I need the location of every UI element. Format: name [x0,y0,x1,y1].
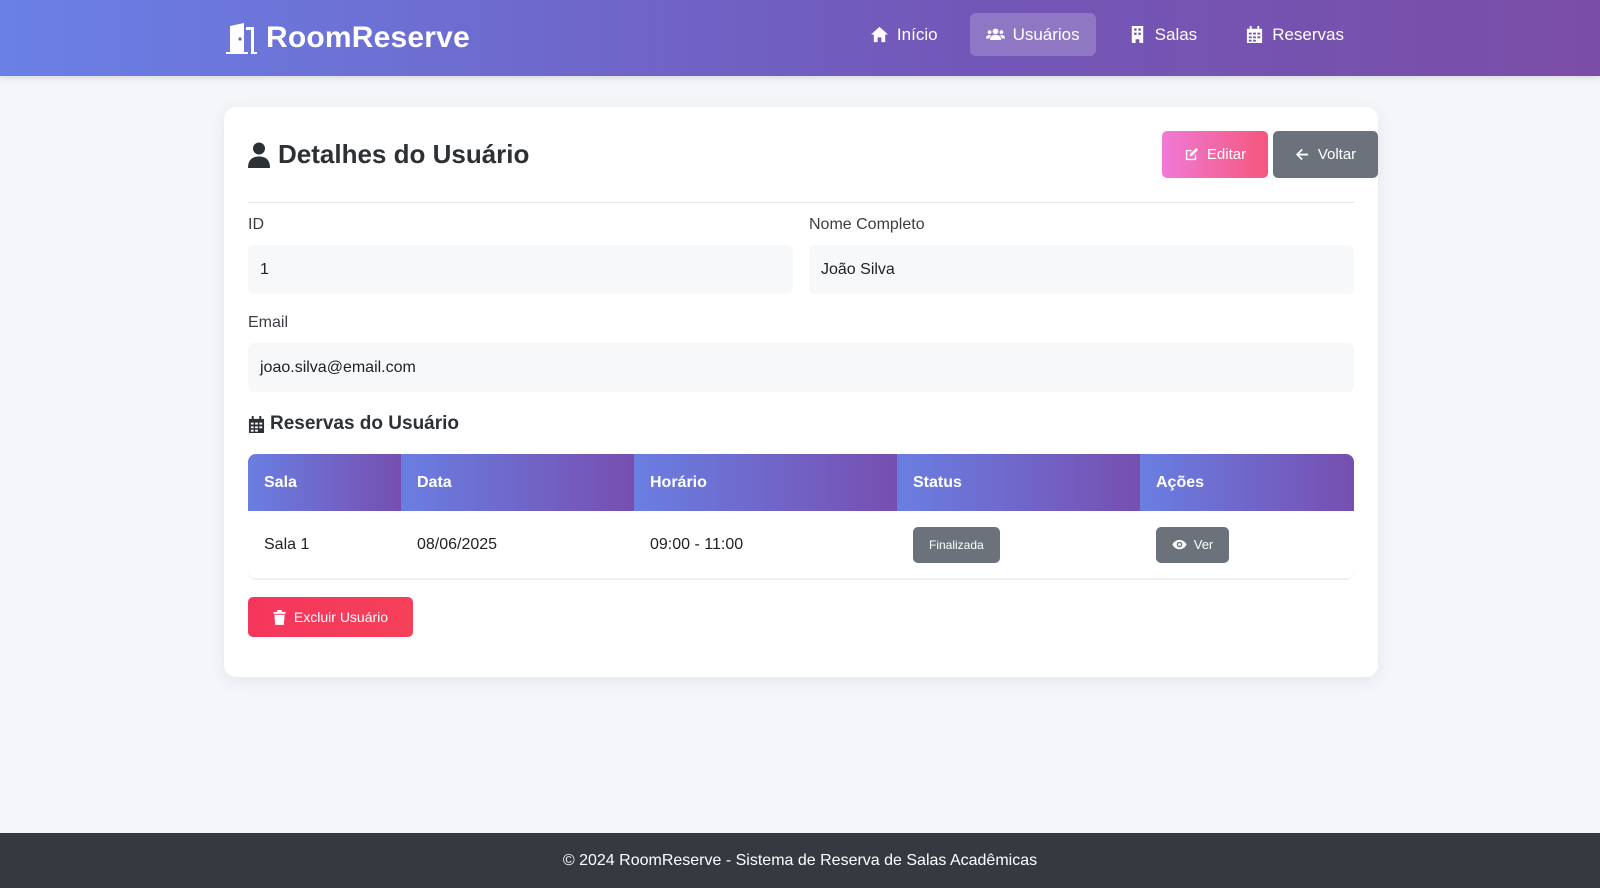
column-header-status: Status [897,454,1140,511]
card-header: Detalhes do Usuário Editar Voltar [248,131,1378,203]
table-header: Sala Data Horário Status Ações [248,454,1354,511]
cell-room: Sala 1 [264,535,310,553]
edit-icon [1185,147,1198,161]
users-icon [985,28,1005,41]
eye-icon [1172,539,1187,550]
email-field: joao.silva@email.com [248,343,1354,392]
status-badge: Finalizada [913,526,1000,563]
back-button[interactable]: Voltar [1273,131,1378,178]
reservations-table: Sala Data Horário Status Ações Sala 1 08… [248,454,1354,579]
column-header-sala: Sala [248,454,401,511]
cell-actions: Ver [1140,511,1354,578]
email-label: Email [248,314,289,331]
arrow-left-icon [1295,148,1308,161]
name-field: João Silva [809,245,1354,294]
view-button[interactable]: Ver [1156,526,1229,563]
id-field: 1 [248,245,793,294]
column-header-acoes: Ações [1140,454,1354,511]
top-navbar: RoomReserve Início Usuários Salas Reserv… [0,0,1600,76]
page-title: Detalhes do Usuário [248,139,529,170]
brand-logo[interactable]: RoomReserve [224,18,470,58]
nav-item-salas[interactable]: Salas [1112,13,1214,56]
nav-item-usuarios[interactable]: Usuários [969,13,1096,56]
user-details-card: Detalhes do Usuário Editar Voltar ID 1 N… [224,107,1378,677]
door-icon [226,23,257,54]
nav-item-label: Usuários [1012,24,1080,44]
reservations-title: Reservas do Usuário [248,413,459,435]
delete-user-label: Excluir Usuário [293,609,389,625]
calendar-icon [248,415,265,433]
id-label: ID [248,216,264,233]
nav-item-label: Salas [1154,24,1198,44]
calendar-icon [1247,25,1263,44]
nav-item-inicio[interactable]: Início [854,13,954,56]
page-title-text: Detalhes do Usuário [278,139,530,169]
footer: © 2024 RoomReserve - Sistema de Reserva … [0,833,1600,888]
footer-text: © 2024 RoomReserve - Sistema de Reserva … [562,851,1038,869]
edit-button-label: Editar [1206,146,1247,163]
home-icon [870,26,888,43]
cell-status: Finalizada [897,511,1140,578]
view-button-label: Ver [1193,537,1214,552]
nav-item-label: Reservas [1272,24,1344,44]
column-header-horario: Horário [634,454,897,511]
cell-time: 09:00 - 11:00 [650,535,744,553]
column-header-data: Data [401,454,634,511]
nav-item-reservas[interactable]: Reservas [1229,13,1360,56]
nav-item-label: Início [896,24,938,44]
main-nav: Início Usuários Salas Reservas [854,13,1360,56]
trash-icon [273,609,286,625]
reservations-title-text: Reservas do Usuário [270,413,460,434]
user-icon [248,142,270,168]
delete-user-button[interactable]: Excluir Usuário [248,597,413,637]
name-label: Nome Completo [809,216,925,233]
table-row: Sala 1 08/06/2025 09:00 - 11:00 Finaliza… [248,511,1354,579]
brand-name: RoomReserve [266,21,470,54]
building-icon [1131,25,1143,44]
edit-button[interactable]: Editar [1162,131,1268,178]
back-button-label: Voltar [1317,146,1357,163]
cell-date: 08/06/2025 [417,535,498,553]
